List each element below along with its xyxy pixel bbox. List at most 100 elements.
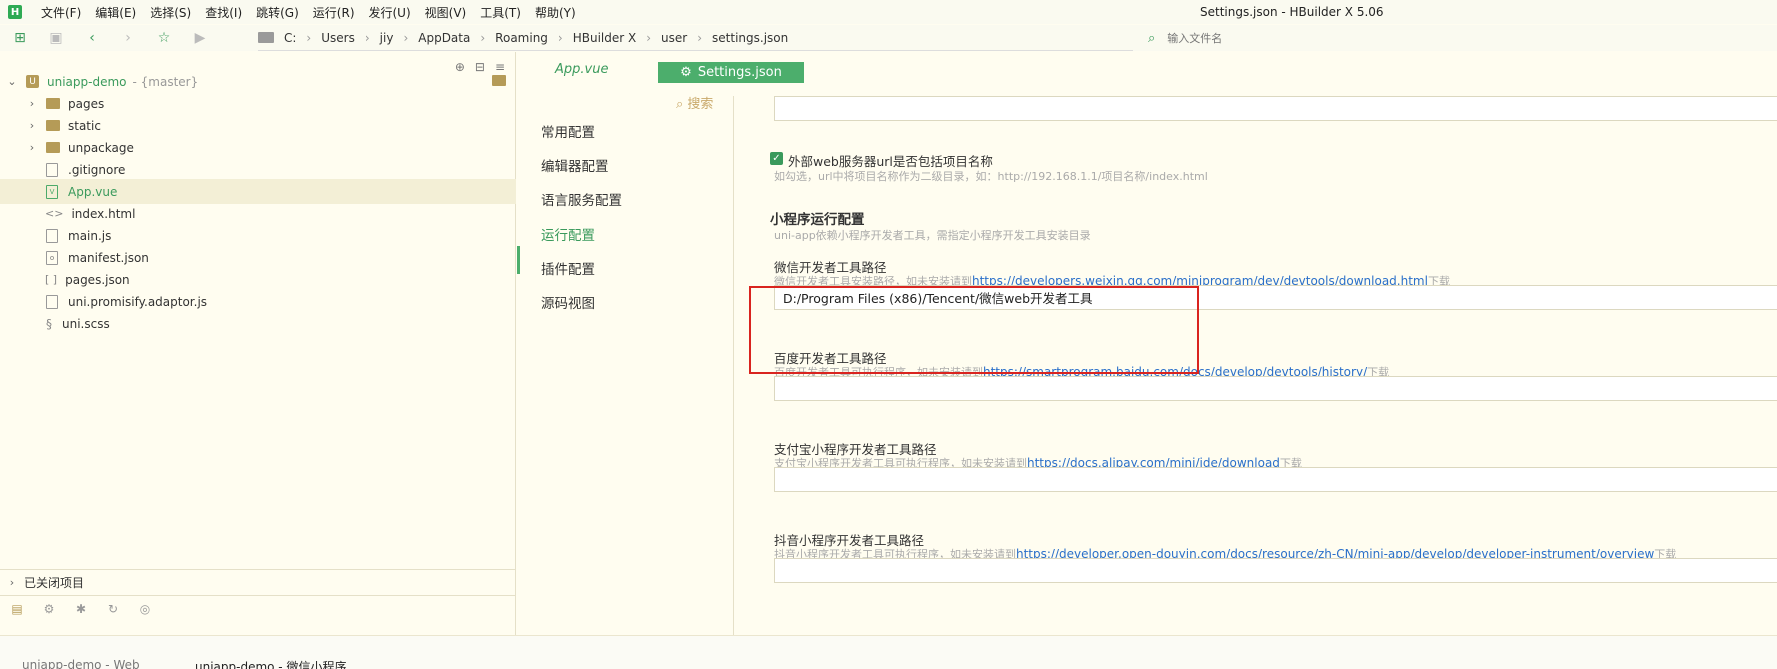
js-file-icon (46, 294, 58, 309)
star-icon[interactable]: ☆ (154, 28, 174, 48)
tree-item-label: index.html (71, 206, 136, 221)
breadcrumb-item[interactable]: HBuilder X (573, 31, 637, 45)
nav-run-config[interactable]: 运行配置 (541, 224, 595, 244)
tab-app-vue[interactable]: App.vue (555, 62, 608, 77)
menu-items: 文件(F) 编辑(E) 选择(S) 查找(I) 跳转(G) 运行(R) 发行(U… (34, 4, 583, 21)
menu-run[interactable]: 运行(R) (306, 4, 362, 21)
tree-item-label: uni.promisify.adaptor.js (68, 294, 208, 309)
console-tabs: uniapp-demo - Web uniapp-demo - 微信小程序 (0, 635, 1777, 669)
file-icon (46, 162, 58, 177)
menu-select[interactable]: 选择(S) (143, 4, 198, 21)
menu-edit[interactable]: 编辑(E) (88, 4, 143, 21)
nav-plugin[interactable]: 插件配置 (541, 258, 595, 278)
tree-item-label: uni.scss (62, 316, 110, 331)
palette-icon[interactable]: ◎ (136, 601, 154, 617)
baidu-path-input[interactable] (774, 376, 1777, 401)
js-file-icon (46, 228, 58, 243)
chevron-right-icon: › (9, 575, 15, 589)
menu-view[interactable]: 视图(V) (418, 4, 474, 21)
chevron-right-icon: › (29, 119, 35, 132)
breadcrumb-item[interactable]: jiy (380, 31, 394, 45)
tree-item-label: pages (68, 96, 105, 111)
breadcrumb-item[interactable]: settings.json (712, 31, 788, 45)
menu-file[interactable]: 文件(F) (34, 4, 88, 21)
debug-icon[interactable]: ✱ (72, 601, 90, 617)
mini-section-title: 小程序运行配置 (770, 212, 865, 228)
run-icon[interactable]: ▶ (190, 28, 210, 48)
menu-find[interactable]: 查找(I) (198, 4, 249, 21)
console-tab-wechat[interactable]: uniapp-demo - 微信小程序 (195, 658, 346, 669)
nav-general[interactable]: 常用配置 (541, 121, 595, 141)
wechat-path-input[interactable]: D:/Program Files (x86)/Tencent/微信web开发者工… (774, 285, 1777, 310)
back-icon[interactable]: ‹ (82, 28, 102, 48)
html-file-icon: <> (45, 207, 64, 220)
breadcrumb-item[interactable]: Roaming (495, 31, 548, 45)
mini-section-hint: uni-app依赖小程序开发者工具，需指定小程序开发工具安装目录 (774, 229, 1091, 242)
console-tab-web[interactable]: uniapp-demo - Web (22, 658, 140, 669)
chevron-right-icon: › (29, 97, 35, 110)
scss-file-icon: § (46, 316, 52, 331)
nav-source-view[interactable]: 源码视图 (541, 292, 595, 312)
sidebar-bottom-tabs: ▤ ⚙ ✱ ↻ ◎ (0, 595, 516, 621)
breadcrumb-item[interactable]: Users (321, 31, 355, 45)
project-icon: U (26, 75, 39, 88)
file-search-input[interactable] (1167, 31, 1368, 45)
window-title: Settings.json - HBuilder X 5.06 (1200, 5, 1384, 19)
refresh-icon[interactable]: ↻ (104, 601, 122, 617)
chevron-down-icon: ⌄ (7, 75, 17, 88)
project-manager-icon[interactable]: ▤ (8, 601, 26, 617)
new-file-icon[interactable]: ⊞ (10, 28, 30, 48)
search-label: 搜索 (687, 97, 714, 112)
closed-projects-label: 已关闭项目 (24, 575, 85, 590)
douyin-path-input[interactable] (774, 558, 1777, 583)
open-folder-icon[interactable] (492, 75, 506, 86)
closed-projects[interactable]: › 已关闭项目 (0, 569, 516, 594)
breadcrumb-item[interactable]: user (661, 31, 687, 45)
hbuilder-logo-icon: H (8, 5, 22, 19)
toolbar: ⊞ ▣ ‹ › ☆ ▶ C: › Users › jiy › AppData › Roa… (0, 25, 1777, 51)
file-search: ⌕ (1148, 25, 1368, 51)
folder-icon (46, 120, 60, 131)
gear-icon: ⚙ (680, 65, 692, 80)
tree-item-label: pages.json (65, 272, 130, 287)
project-name: uniapp-demo (47, 74, 127, 89)
folder-icon (46, 142, 60, 153)
tab-label: Settings.json (697, 65, 782, 80)
tree-item-label: manifest.json (68, 250, 149, 265)
prev-field-input[interactable] (774, 96, 1777, 121)
menu-bar: H 文件(F) 编辑(E) 选择(S) 查找(I) 跳转(G) 运行(R) 发行… (0, 0, 1777, 24)
file-search-icon: ⌕ (1148, 30, 1156, 46)
alipay-path-input[interactable] (774, 467, 1777, 492)
nav-active-indicator (517, 246, 520, 274)
json-file-icon: o (46, 250, 58, 265)
breadcrumb-item[interactable]: AppData (418, 31, 470, 45)
menu-tools[interactable]: 工具(T) (473, 4, 528, 21)
save-icon[interactable]: ▣ (46, 28, 66, 48)
plugin-icon[interactable]: ⚙ (40, 601, 58, 617)
project-sidebar: ⊕ ⊟ ≡ ⌄ U uniapp-demo - {master} › pages… (0, 52, 516, 635)
breadcrumb-item[interactable]: C: (284, 31, 296, 45)
menu-publish[interactable]: 发行(U) (362, 4, 418, 21)
tree-item-label: main.js (68, 228, 112, 243)
folder-icon (46, 98, 60, 109)
tree-item-label: .gitignore (68, 162, 126, 177)
nav-language-service[interactable]: 语言服务配置 (541, 189, 622, 209)
search-icon: ⌕ (676, 97, 684, 112)
folder-icon (258, 32, 274, 43)
tree-item-label: static (68, 118, 101, 133)
menu-help[interactable]: 帮助(Y) (528, 4, 583, 21)
git-branch: - {master} (132, 74, 199, 89)
web-server-checkbox[interactable]: ✓ (770, 152, 783, 165)
tree-item-label: unpackage (68, 140, 134, 155)
tree-item-label: App.vue (68, 184, 118, 199)
chevron-right-icon: › (29, 141, 35, 154)
settings-search[interactable]: ⌕ 搜索 (676, 93, 713, 112)
editor-area: App.vue ⚙ Settings.json ⌕ 搜索 常用配置 编辑器配置 … (517, 52, 1777, 635)
forward-icon[interactable]: › (118, 28, 138, 48)
tab-settings-json[interactable]: ⚙ Settings.json (658, 62, 804, 83)
menu-goto[interactable]: 跳转(G) (249, 4, 306, 21)
web-server-hint: 如勾选，url中将项目名称作为二级目录，如：http://192.168.1.1… (774, 170, 1208, 183)
nav-editor[interactable]: 编辑器配置 (541, 155, 609, 175)
tree-item-uni-scss[interactable]: § uni.scss (0, 311, 516, 336)
vue-file-icon: V (46, 184, 58, 199)
